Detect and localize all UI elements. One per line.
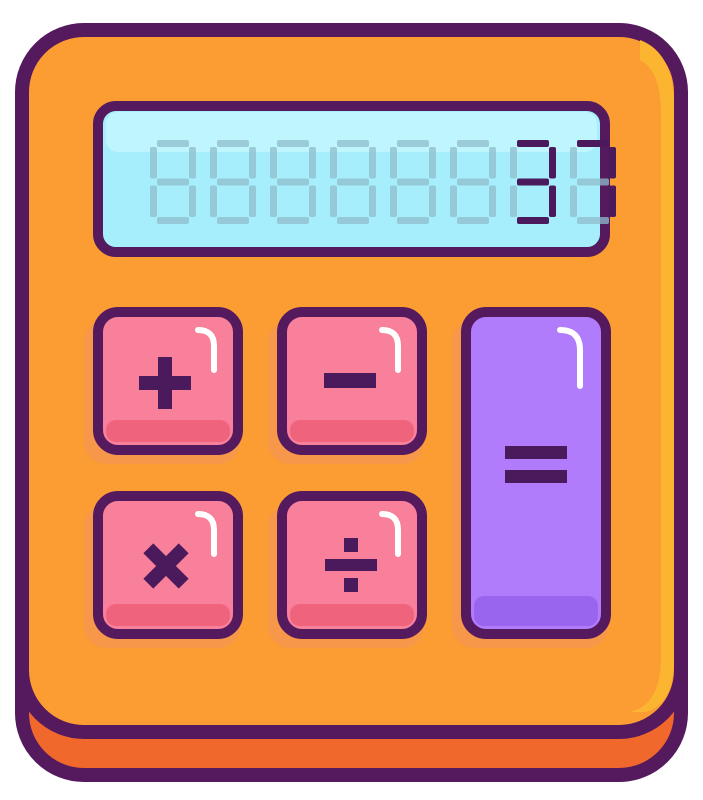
- lcd-segment-unlit: [309, 185, 316, 217]
- lcd-segment-unlit: [397, 140, 429, 147]
- lcd-segment-unlit: [510, 185, 517, 217]
- lcd-segment-unlit: [337, 140, 369, 147]
- key-bevel: [290, 604, 414, 626]
- lcd-segment-unlit: [489, 185, 496, 217]
- lcd-segment-unlit: [369, 147, 376, 179]
- lcd-segment-unlit: [457, 140, 489, 147]
- lcd-segment-unlit: [217, 178, 249, 186]
- minus-icon: [324, 373, 376, 388]
- key-bevel: [474, 596, 598, 626]
- lcd-segment-unlit: [369, 185, 376, 217]
- calculator-illustration: [0, 0, 703, 800]
- key-bevel: [290, 420, 414, 442]
- lcd-segment-unlit: [249, 185, 256, 217]
- lcd-segment-unlit: [570, 147, 577, 179]
- lcd-segment-unlit: [397, 178, 429, 186]
- calculator-svg: [15, 23, 688, 782]
- equals-key[interactable]: [452, 307, 611, 648]
- lcd-segment-unlit: [150, 185, 157, 217]
- lcd-segment-lit: [549, 147, 556, 179]
- lcd-segment-unlit: [390, 147, 397, 179]
- lcd-segment-unlit: [577, 178, 609, 186]
- plus-key[interactable]: [84, 307, 243, 464]
- lcd-segment-unlit: [337, 217, 369, 224]
- lcd-segment-lit: [577, 140, 609, 147]
- lcd-segment-unlit: [429, 185, 436, 217]
- key-bevel: [106, 604, 230, 626]
- lcd-segment-unlit: [330, 185, 337, 217]
- lcd-segment-unlit: [390, 185, 397, 217]
- lcd-segment-unlit: [330, 147, 337, 179]
- lcd-segment-unlit: [450, 185, 457, 217]
- lcd-segment-unlit: [157, 140, 189, 147]
- lcd-segment-unlit: [157, 178, 189, 186]
- lcd-segment-unlit: [277, 217, 309, 224]
- multiply-key[interactable]: [84, 491, 243, 648]
- lcd-segment-lit: [517, 217, 549, 224]
- lcd-segment-unlit: [457, 178, 489, 186]
- lcd-segment-unlit: [277, 178, 309, 186]
- lcd-segment-unlit: [510, 147, 517, 179]
- lcd-segment-unlit: [217, 140, 249, 147]
- divide-key[interactable]: [268, 491, 427, 648]
- lcd-segment-unlit: [270, 147, 277, 179]
- lcd-segment-unlit: [157, 217, 189, 224]
- lcd-segment-lit: [517, 140, 549, 147]
- lcd-segment-lit: [609, 147, 616, 179]
- lcd-segment-unlit: [457, 217, 489, 224]
- key-bevel: [106, 420, 230, 442]
- lcd-segment-unlit: [210, 147, 217, 179]
- lcd-segment-unlit: [397, 217, 429, 224]
- lcd-segment-lit: [517, 178, 549, 186]
- lcd-segment-unlit: [210, 185, 217, 217]
- lcd-segment-unlit: [309, 147, 316, 179]
- display: [93, 101, 616, 257]
- lcd-segment-unlit: [570, 185, 577, 217]
- lcd-segment-unlit: [577, 217, 609, 224]
- lcd-segment-unlit: [450, 147, 457, 179]
- lcd-segment-unlit: [189, 185, 196, 217]
- lcd-segment-unlit: [217, 217, 249, 224]
- lcd-segment-unlit: [249, 147, 256, 179]
- lcd-segment-unlit: [150, 147, 157, 179]
- lcd-segment-unlit: [189, 147, 196, 179]
- lcd-segment-lit: [609, 185, 616, 217]
- minus-key[interactable]: [268, 307, 427, 464]
- lcd-segment-unlit: [270, 185, 277, 217]
- lcd-segment-unlit: [277, 140, 309, 147]
- lcd-segment-unlit: [337, 178, 369, 186]
- lcd-segment-unlit: [489, 147, 496, 179]
- lcd-segment-unlit: [429, 147, 436, 179]
- lcd-segment-lit: [549, 185, 556, 217]
